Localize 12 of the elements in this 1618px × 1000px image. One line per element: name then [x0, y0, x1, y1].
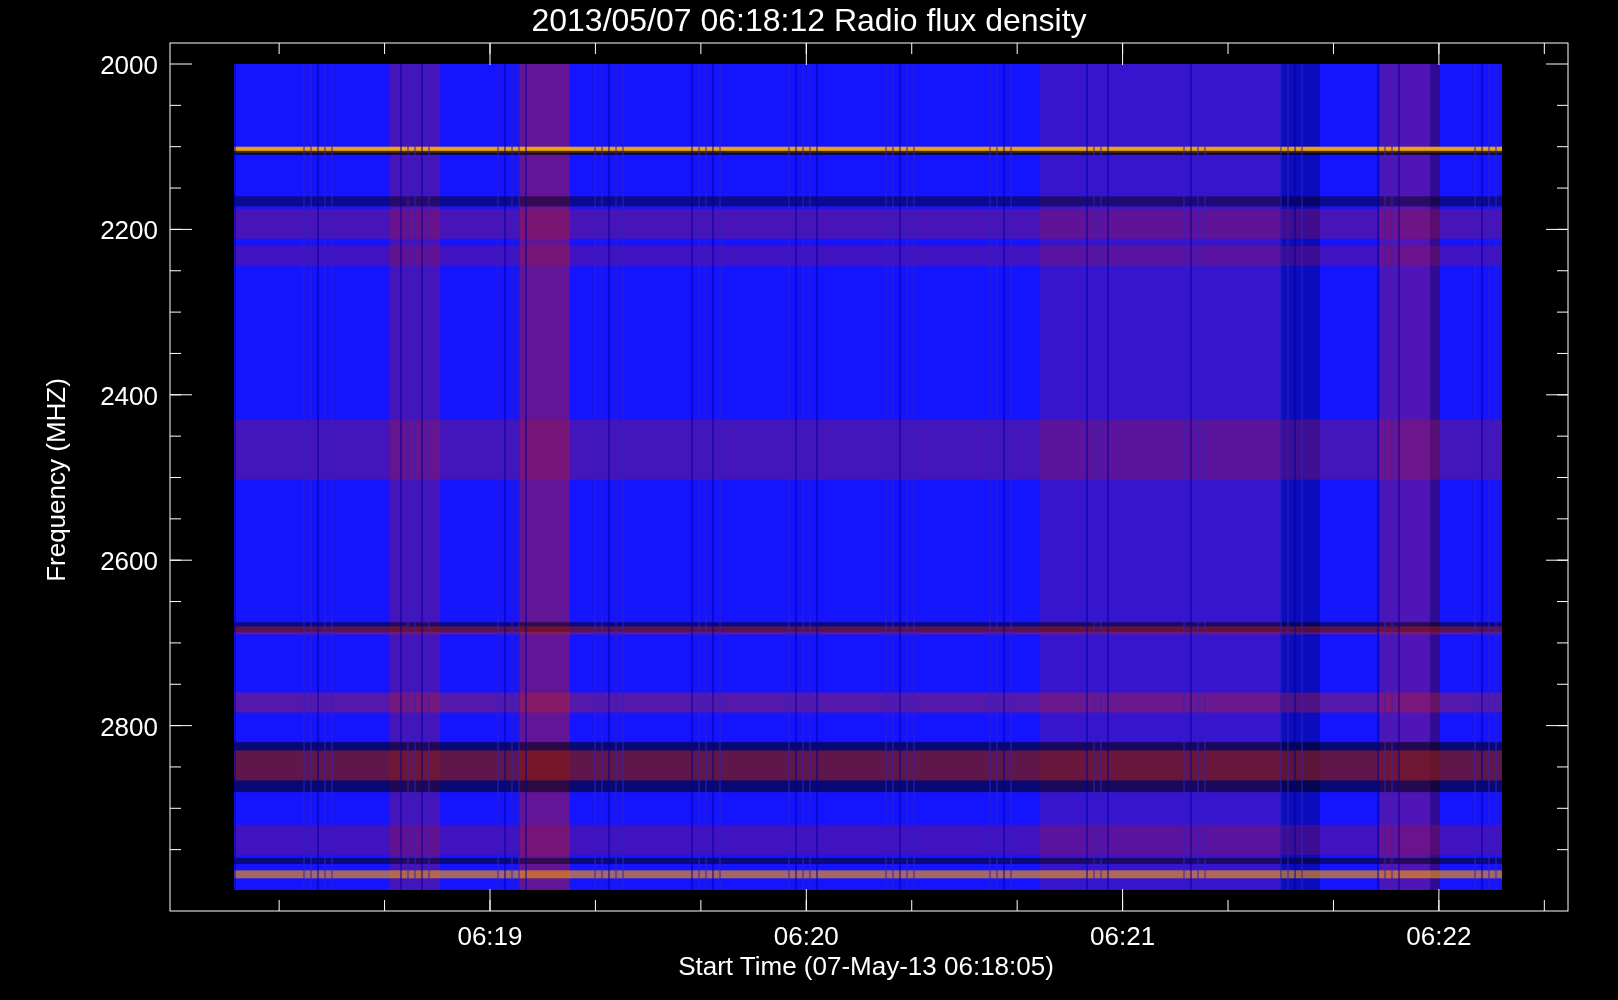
x-axis-label: Start Time (07-May-13 06:18:05): [678, 951, 1054, 981]
x-tick-label: 06:20: [773, 921, 839, 951]
y-tick-label: 2800: [100, 711, 158, 742]
y-tick-label: 2200: [100, 215, 158, 246]
y-tick-label: 2400: [100, 380, 158, 411]
y-tick-label: 2000: [100, 50, 158, 80]
x-tick-label: 06:19: [457, 921, 523, 951]
x-tick-label: 06:21: [1090, 921, 1156, 951]
y-tick-label: 2600: [100, 546, 158, 577]
y-axis-label: Frequency (MHZ): [41, 378, 71, 582]
plot-title: 2013/05/07 06:18:12 Radio flux density: [531, 2, 1087, 38]
x-tick-label: 06:22: [1406, 921, 1472, 951]
